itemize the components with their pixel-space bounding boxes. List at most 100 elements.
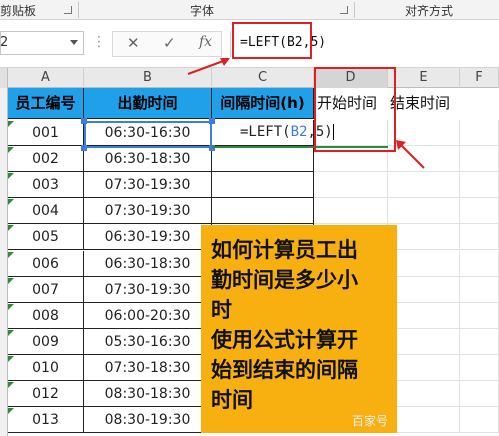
formula-prefix: =LEFT( (240, 124, 291, 140)
ribbon-separator (354, 2, 355, 18)
error-indicator-icon (8, 173, 14, 180)
interval-cell[interactable] (212, 198, 314, 225)
empty-cell[interactable] (388, 302, 460, 329)
clipboard-dialog-launcher-icon[interactable] (64, 6, 72, 14)
empty-cell[interactable] (460, 146, 499, 173)
empty-cell[interactable] (388, 172, 460, 199)
attendance-time-cell[interactable]: 06:00-20:30 (84, 302, 212, 329)
column-d-annotation-box (314, 67, 396, 152)
empty-cell[interactable] (460, 407, 499, 434)
column-header-a[interactable]: A (8, 68, 84, 88)
employee-id-cell[interactable]: 013 (8, 407, 84, 434)
empty-cell[interactable] (460, 198, 499, 225)
row-header-gutter[interactable] (0, 88, 8, 436)
error-indicator-icon (8, 225, 14, 232)
empty-cell[interactable] (388, 381, 460, 407)
empty-cell[interactable] (388, 250, 460, 277)
header-cell-end-time[interactable]: 结束时间 (390, 88, 462, 119)
attendance-time-cell[interactable]: 08:30-18:30 (84, 381, 212, 407)
employee-id-cell[interactable]: 005 (8, 224, 84, 251)
employee-id-cell[interactable]: 004 (8, 198, 84, 225)
error-indicator-icon (8, 329, 14, 336)
resize-handle[interactable] (81, 118, 87, 124)
attendance-time-cell[interactable]: 07:30-19:30 (84, 198, 212, 225)
empty-cell[interactable] (460, 302, 499, 329)
empty-cell[interactable] (388, 328, 460, 355)
empty-cell[interactable] (460, 224, 499, 251)
header-cell-attendance-time[interactable]: 出勤时间 (84, 88, 212, 119)
callout-line: 勤时间是多少小 (211, 268, 358, 292)
watermark: 百家号 (352, 414, 389, 428)
interval-cell[interactable] (212, 146, 314, 173)
attendance-time-cell[interactable]: 07:30-19:30 (84, 276, 212, 303)
empty-cell[interactable] (460, 354, 499, 381)
callout-line: 时 (211, 298, 232, 322)
name-box-value: 2 (0, 35, 9, 50)
column-header-f[interactable]: F (460, 68, 499, 88)
error-indicator-icon (8, 382, 14, 388)
employee-id-cell[interactable]: 008 (8, 302, 84, 329)
attendance-time-cell[interactable]: 05:30-16:30 (84, 328, 212, 355)
employee-id-cell[interactable]: 009 (8, 328, 84, 355)
employee-id-cell[interactable]: 006 (8, 250, 84, 277)
select-all-corner[interactable] (0, 68, 8, 88)
more-options-icon: ⋮ (92, 34, 106, 50)
formula-cell-reference: B2 (290, 124, 308, 140)
empty-cell[interactable] (460, 172, 499, 199)
ribbon-group-alignment[interactable]: 对齐方式 (405, 2, 453, 19)
header-cell-interval-hours[interactable]: 间隔时间(h) (212, 88, 314, 119)
employee-id-cell[interactable]: 010 (8, 354, 84, 381)
interval-cell[interactable] (212, 172, 314, 199)
empty-cell[interactable] (460, 381, 499, 407)
attendance-time-cell[interactable]: 06:30-18:30 (84, 250, 212, 277)
callout-line: 使用公式计算开 (211, 328, 358, 352)
error-indicator-icon (8, 303, 14, 310)
empty-cell[interactable] (460, 120, 499, 146)
error-indicator-icon (8, 355, 14, 362)
ribbon-group-font[interactable]: 字体 (190, 2, 214, 19)
error-indicator-icon (8, 199, 14, 206)
ribbon-group-clipboard[interactable]: 剪贴板 (0, 2, 36, 19)
empty-cell[interactable] (388, 407, 460, 434)
resize-handle[interactable] (81, 145, 87, 151)
empty-cell[interactable] (388, 224, 460, 251)
employee-id-cell[interactable]: 003 (8, 172, 84, 199)
callout-line: 始到结束的间隔 (211, 358, 358, 382)
resize-handle[interactable] (209, 118, 215, 124)
info-callout-box: 如何计算员工出 勤时间是多少小 时 使用公式计算开 始到结束的间隔 时间 (201, 225, 397, 433)
insert-function-button[interactable]: fx (199, 34, 212, 50)
employee-id-cell[interactable]: 001 (8, 120, 84, 146)
callout-line: 时间 (211, 388, 253, 412)
arrow-icon (187, 58, 230, 75)
employee-id-cell[interactable]: 012 (8, 381, 84, 407)
empty-cell[interactable] (388, 198, 460, 225)
empty-cell[interactable] (460, 328, 499, 355)
attendance-time-cell[interactable]: 06:30-18:30 (84, 146, 212, 173)
empty-cell[interactable] (460, 250, 499, 277)
callout-line: 如何计算员工出 (211, 238, 358, 262)
chevron-down-icon[interactable] (70, 40, 78, 45)
empty-cell[interactable] (314, 198, 388, 225)
formula-annotation-box (232, 22, 312, 59)
attendance-time-cell[interactable]: 07:30-19:30 (84, 172, 212, 199)
employee-id-cell[interactable]: 002 (8, 146, 84, 173)
referenced-cell-highlight (84, 121, 212, 148)
attendance-time-cell[interactable]: 06:30-19:30 (84, 224, 212, 251)
check-icon[interactable]: ✓ (163, 34, 176, 52)
ribbon-separator (78, 2, 79, 18)
arrow-icon (396, 140, 425, 169)
empty-cell[interactable] (460, 276, 499, 303)
error-indicator-icon (8, 408, 14, 415)
empty-cell[interactable] (314, 172, 388, 199)
attendance-time-cell[interactable]: 08:30-19:30 (84, 407, 212, 434)
column-header-e[interactable]: E (388, 68, 460, 88)
error-indicator-icon (8, 121, 14, 127)
error-indicator-icon (8, 147, 14, 154)
attendance-time-cell[interactable]: 07:30-18:30 (84, 354, 212, 381)
font-dialog-launcher-icon[interactable] (340, 6, 348, 14)
close-icon[interactable]: ✕ (127, 34, 140, 52)
header-cell-employee-id[interactable]: 员工编号 (8, 88, 84, 119)
empty-cell[interactable] (388, 276, 460, 303)
empty-cell[interactable] (388, 354, 460, 381)
employee-id-cell[interactable]: 007 (8, 276, 84, 303)
